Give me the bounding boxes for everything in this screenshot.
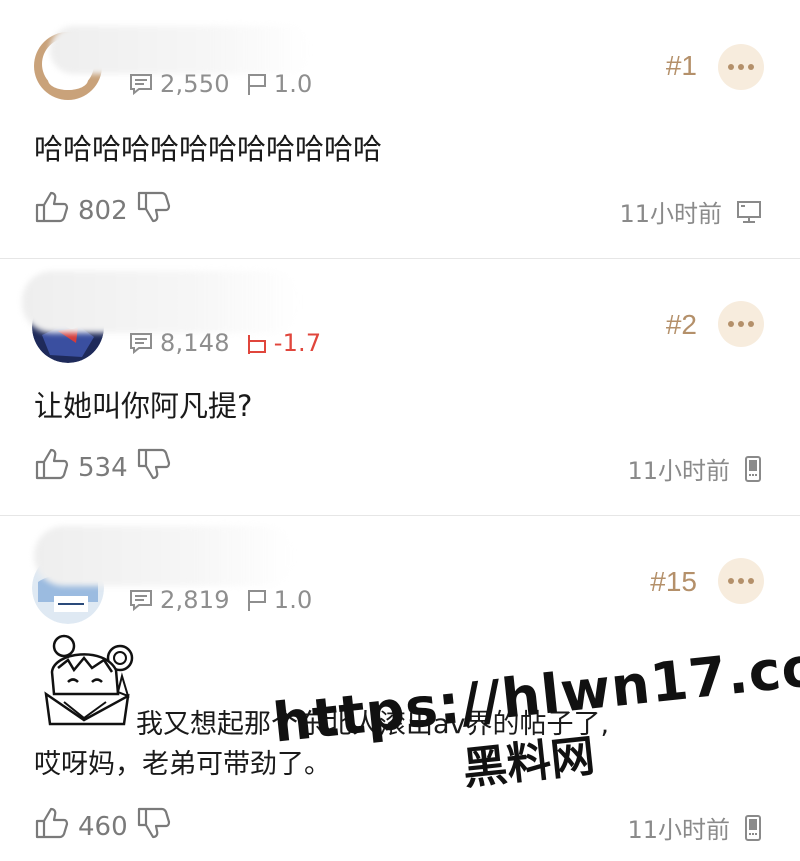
score-value: -1.7	[273, 329, 322, 357]
score-value: 1.0	[273, 586, 313, 614]
more-button[interactable]	[718, 558, 764, 604]
more-button[interactable]	[718, 44, 764, 90]
comment-count: 8,148	[160, 329, 230, 357]
comment-card: 2,550 1.0 #1 哈哈哈哈哈哈哈哈哈哈哈哈 802 11小时前	[0, 0, 800, 258]
comment-count: 2,819	[160, 586, 230, 614]
more-button[interactable]	[718, 301, 764, 347]
user-stats: 2,819 1.0	[128, 586, 313, 614]
score-value: 1.0	[273, 70, 313, 98]
post-time: 11小时前	[627, 457, 730, 485]
comment-text: 哈哈哈哈哈哈哈哈哈哈哈哈	[34, 132, 383, 166]
mobile-icon	[744, 455, 762, 482]
floor-number: #2	[665, 309, 697, 340]
comment-icon	[128, 331, 154, 355]
thumbs-down-icon[interactable]	[136, 806, 172, 847]
vote-actions: 460	[34, 806, 172, 847]
computer-icon	[736, 199, 762, 225]
post-time: 11小时前	[619, 200, 722, 228]
vote-actions: 802	[34, 190, 172, 231]
user-stats: 8,148 -1.7	[128, 329, 321, 357]
vote-actions: 534	[34, 447, 172, 488]
post-time: 11小时前	[627, 816, 730, 844]
flag-icon	[246, 588, 268, 612]
floor-number: #15	[650, 566, 697, 597]
flag-icon	[246, 331, 268, 355]
comment-count: 2,550	[160, 70, 230, 98]
thumbs-down-icon[interactable]	[136, 190, 172, 231]
thumbs-up-icon[interactable]	[34, 806, 70, 847]
username-redacted	[34, 526, 294, 586]
username-redacted	[50, 26, 310, 74]
comment-icon	[128, 588, 154, 612]
like-count: 460	[78, 811, 128, 842]
post-meta: 11小时前	[619, 194, 762, 229]
comment-icon	[128, 72, 154, 96]
thumbs-down-icon[interactable]	[136, 447, 172, 488]
flag-icon	[246, 72, 268, 96]
comment-text: 让她叫你阿凡提?	[34, 389, 253, 423]
post-meta: 11小时前	[627, 810, 762, 845]
username-redacted	[22, 271, 300, 333]
anime-sticker-icon	[44, 634, 134, 726]
thumbs-up-icon[interactable]	[34, 447, 70, 488]
floor-number: #1	[665, 50, 697, 81]
like-count: 802	[78, 195, 128, 226]
comment-card: 8,148 -1.7 #2 让她叫你阿凡提? 534 11小时前	[0, 258, 800, 516]
mobile-icon	[744, 814, 762, 841]
post-meta: 11小时前	[627, 451, 762, 486]
like-count: 534	[78, 452, 128, 483]
thumbs-up-icon[interactable]	[34, 190, 70, 231]
user-stats: 2,550 1.0	[128, 70, 313, 98]
